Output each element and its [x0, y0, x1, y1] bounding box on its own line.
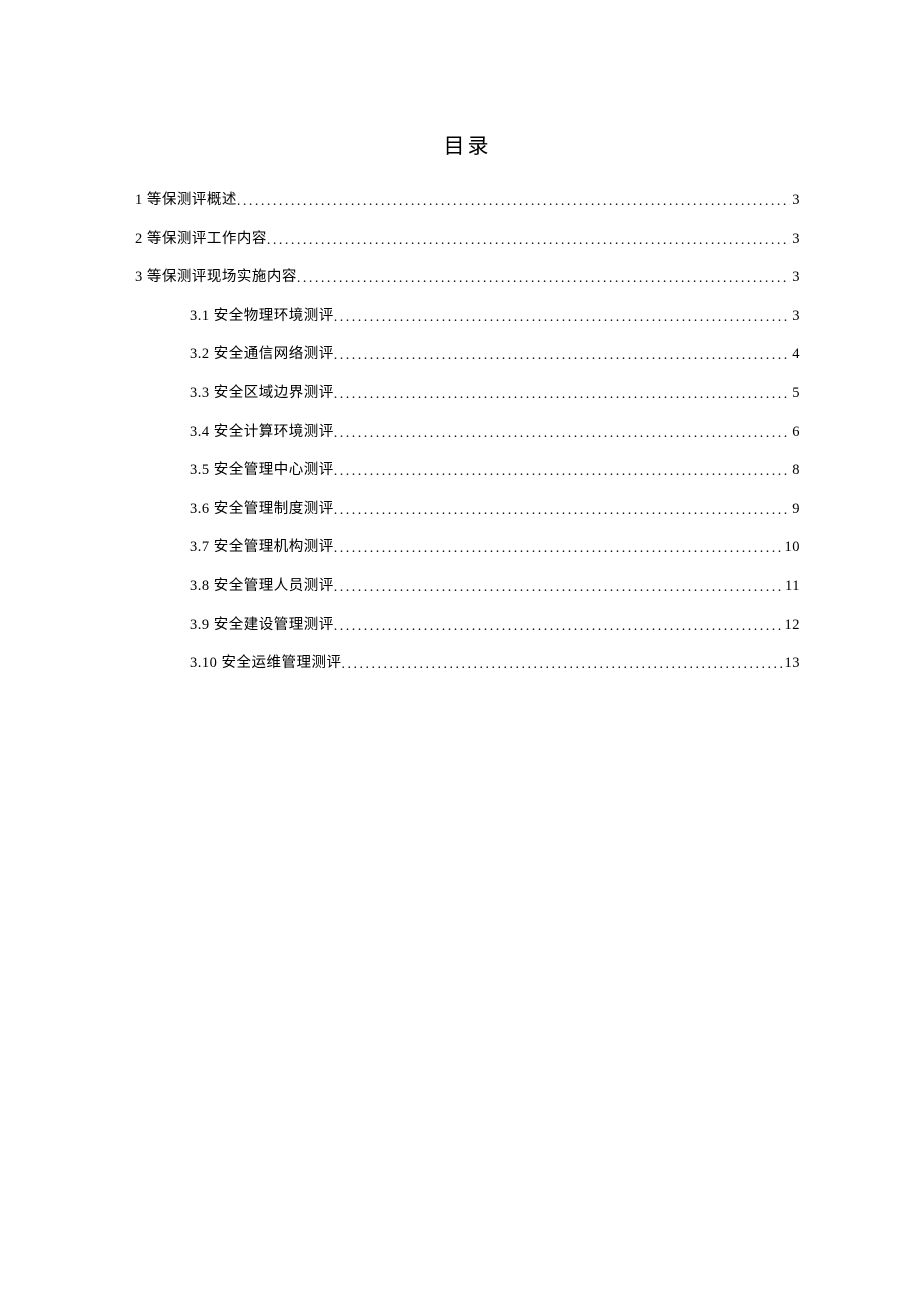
- toc-leader-dots: [334, 346, 791, 366]
- toc-entry-label: 3.8 安全管理人员测评: [190, 576, 334, 596]
- toc-entry-label: 3.7 安全管理机构测评: [190, 537, 334, 557]
- toc-entry-label: 2 等保测评工作内容: [135, 229, 267, 249]
- toc-entry-label: 3.10 安全运维管理测评: [190, 653, 342, 673]
- document-page: 目录 1 等保测评概述 3 2 等保测评工作内容 3 3 等保测评现场实施内容 …: [0, 0, 920, 674]
- toc-leader-dots: [334, 578, 783, 598]
- toc-entry: 3.8 安全管理人员测评 11: [135, 576, 800, 597]
- toc-leader-dots: [334, 424, 791, 444]
- toc-entry-label: 1 等保测评概述: [135, 190, 237, 210]
- toc-leader-dots: [342, 655, 783, 675]
- toc-entry-page: 6: [790, 422, 800, 442]
- toc-entry-label: 3.1 安全物理环境测评: [190, 306, 334, 326]
- toc-leader-dots: [334, 539, 783, 559]
- toc-leader-dots: [334, 462, 791, 482]
- toc-entry-page: 3: [790, 306, 800, 326]
- toc-entry-page: 9: [790, 499, 800, 519]
- toc-entry-page: 3: [790, 190, 800, 210]
- toc-entry-label: 3 等保测评现场实施内容: [135, 267, 297, 287]
- toc-entry-page: 3: [790, 267, 800, 287]
- toc-leader-dots: [334, 617, 783, 637]
- toc-entry-label: 3.5 安全管理中心测评: [190, 460, 334, 480]
- toc-entry: 3.1 安全物理环境测评 3: [135, 306, 800, 327]
- toc-list: 1 等保测评概述 3 2 等保测评工作内容 3 3 等保测评现场实施内容 3 3…: [135, 190, 800, 674]
- toc-entry-label: 3.6 安全管理制度测评: [190, 499, 334, 519]
- toc-entry: 2 等保测评工作内容 3: [135, 229, 800, 250]
- toc-entry-page: 3: [790, 229, 800, 249]
- toc-title: 目录: [135, 130, 800, 160]
- toc-entry: 3.3 安全区域边界测评 5: [135, 383, 800, 404]
- toc-entry-page: 11: [783, 576, 800, 596]
- toc-leader-dots: [334, 385, 791, 405]
- toc-entry-label: 3.4 安全计算环境测评: [190, 422, 334, 442]
- toc-entry-page: 8: [790, 460, 800, 480]
- toc-entry: 3.5 安全管理中心测评 8: [135, 460, 800, 481]
- toc-entry: 3.6 安全管理制度测评 9: [135, 499, 800, 520]
- toc-entry-label: 3.9 安全建设管理测评: [190, 615, 334, 635]
- toc-entry-page: 13: [783, 653, 801, 673]
- toc-leader-dots: [297, 269, 790, 289]
- toc-entry-page: 10: [783, 537, 801, 557]
- toc-entry: 3.7 安全管理机构测评 10: [135, 537, 800, 558]
- toc-entry: 1 等保测评概述 3: [135, 190, 800, 211]
- toc-leader-dots: [334, 308, 791, 328]
- toc-entry-label: 3.3 安全区域边界测评: [190, 383, 334, 403]
- toc-entry: 3.9 安全建设管理测评 12: [135, 615, 800, 636]
- toc-entry-page: 4: [790, 344, 800, 364]
- toc-entry: 3.10 安全运维管理测评 13: [135, 653, 800, 674]
- toc-entry: 3.2 安全通信网络测评 4: [135, 344, 800, 365]
- toc-leader-dots: [267, 231, 790, 251]
- toc-entry: 3 等保测评现场实施内容 3: [135, 267, 800, 288]
- toc-leader-dots: [334, 501, 791, 521]
- toc-leader-dots: [237, 192, 790, 212]
- toc-entry-label: 3.2 安全通信网络测评: [190, 344, 334, 364]
- toc-entry-page: 5: [790, 383, 800, 403]
- toc-entry-page: 12: [783, 615, 801, 635]
- toc-entry: 3.4 安全计算环境测评 6: [135, 422, 800, 443]
